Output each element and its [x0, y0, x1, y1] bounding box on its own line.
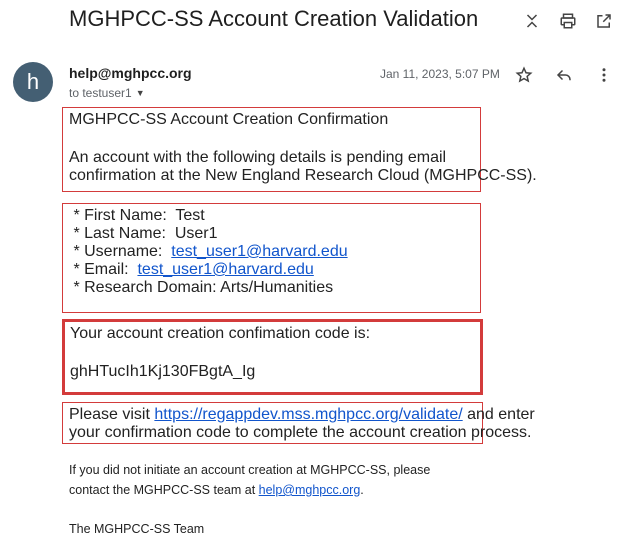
intro-line-1: An account with the following details is…: [69, 148, 447, 166]
code-box: Your account creation confimation code i…: [62, 319, 483, 395]
print-icon[interactable]: [557, 10, 579, 32]
email-date: Jan 11, 2023, 5:07 PM: [380, 67, 500, 81]
last-name-line: * Last Name: User1: [69, 225, 218, 242]
email-label: * Email:: [69, 261, 138, 278]
dropdown-caret-icon[interactable]: ▼: [136, 88, 145, 98]
confirmation-code: ghHTucIh1Kj130FBgtA_Ig: [70, 362, 256, 380]
visit-line-2: your confirmation code to complete the a…: [69, 424, 532, 441]
email-line: * Email: test_user1@harvard.edu: [69, 261, 474, 279]
email-subject: MGHPCC-SS Account Creation Validation: [69, 6, 479, 31]
recipient-line[interactable]: to testuser1 ▼: [69, 86, 145, 100]
sender-address[interactable]: help@mghpcc.org: [69, 65, 192, 81]
validate-link[interactable]: https://regappdev.mss.mghpcc.org/validat…: [154, 406, 462, 423]
star-icon[interactable]: [513, 64, 535, 86]
footer-line-2: contact the MGHPCC-SS team at help@mghpc…: [69, 481, 364, 501]
signature: The MGHPCC-SS Team: [69, 522, 205, 536]
intro-title: MGHPCC-SS Account Creation Confirmation: [69, 111, 389, 128]
footer-prefix: contact the MGHPCC-SS team at: [69, 483, 259, 497]
intro-box: MGHPCC-SS Account Creation Confirmation …: [62, 107, 537, 192]
visit-box: Please visit https://regappdev.mss.mghpc…: [62, 402, 535, 444]
recipient-label: to testuser1: [69, 86, 132, 100]
username-link[interactable]: test_user1@harvard.edu: [171, 243, 347, 260]
footer-suffix: .: [360, 483, 364, 497]
research-domain-line: * Research Domain: Arts/Humanities: [69, 279, 334, 296]
username-line: * Username: test_user1@harvard.edu: [69, 243, 474, 261]
open-in-new-icon[interactable]: [593, 10, 615, 32]
first-name-line: * First Name: Test: [69, 207, 205, 224]
code-intro: Your account creation confimation code i…: [70, 325, 371, 342]
thread-actions: [521, 10, 615, 32]
email-link[interactable]: test_user1@harvard.edu: [137, 261, 313, 278]
collapse-icon[interactable]: [521, 10, 543, 32]
visit-line-1: Please visit https://regappdev.mss.mghpc…: [69, 406, 535, 424]
footer-line-1: If you did not initiate an account creat…: [69, 463, 431, 477]
username-label: * Username:: [69, 243, 172, 260]
help-email-link[interactable]: help@mghpcc.org: [259, 483, 361, 497]
visit-prefix: Please visit: [69, 406, 155, 423]
visit-suffix: and enter: [462, 406, 535, 423]
avatar[interactable]: h: [13, 62, 53, 102]
intro-line-2: confirmation at the New England Research…: [69, 166, 537, 184]
reply-icon[interactable]: [553, 64, 575, 86]
message-actions: [513, 64, 615, 86]
details-box: * First Name: Test * Last Name: User1 * …: [62, 203, 481, 313]
more-vert-icon[interactable]: [593, 64, 615, 86]
